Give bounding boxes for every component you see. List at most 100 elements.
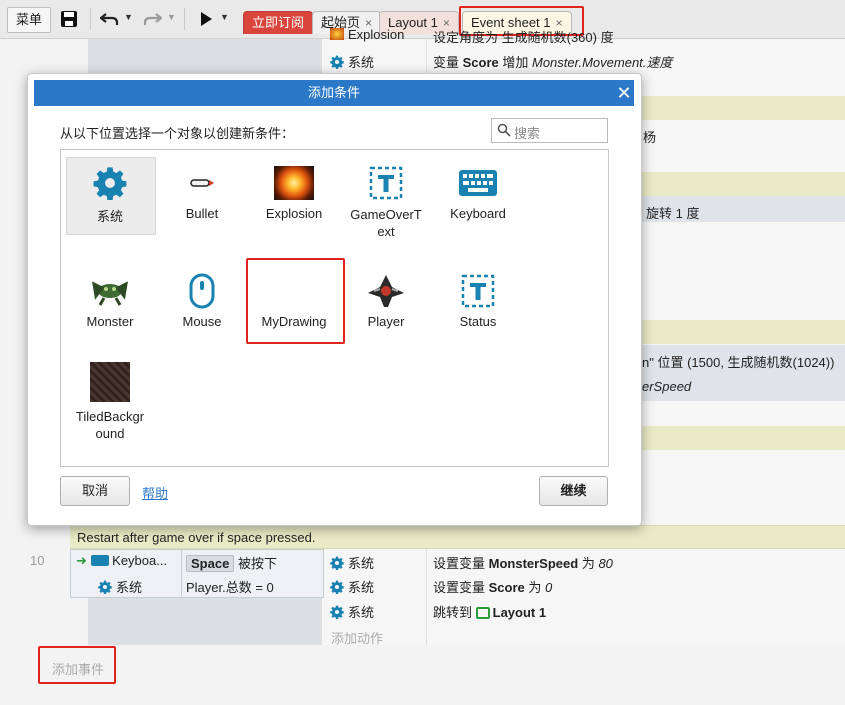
- condition-object: Keyboa...: [112, 553, 168, 568]
- object-label: Bullet: [185, 206, 219, 221]
- action-text-fragment: erSpeed: [642, 379, 692, 394]
- gear-icon: [98, 580, 112, 594]
- object-explosion[interactable]: Explosion: [250, 166, 338, 221]
- object-label: Mouse: [182, 314, 222, 329]
- action-object: 系统: [348, 580, 375, 595]
- action-expression: Monster.Movement.速度: [532, 55, 673, 70]
- mouse-icon: [182, 273, 222, 309]
- object-label: 系统: [96, 209, 123, 224]
- column-divider: [181, 549, 182, 596]
- condition-row[interactable]: 系统: [98, 577, 142, 596]
- trigger-arrow-icon: ➜: [76, 553, 87, 568]
- play-icon[interactable]: [198, 11, 214, 27]
- layout-icon: [475, 607, 490, 619]
- object-player[interactable]: Player: [342, 274, 430, 329]
- save-icon[interactable]: [60, 10, 78, 28]
- chevron-down-icon[interactable]: ▼: [167, 12, 176, 22]
- object-label: Monster: [86, 314, 134, 329]
- action-object: 系统: [348, 55, 375, 70]
- action-variable: Layout 1: [492, 605, 547, 620]
- object-label: Keyboard: [450, 206, 506, 221]
- condition-text: Space 被按下: [186, 553, 277, 572]
- cancel-button[interactable]: 取消: [60, 476, 130, 506]
- action-row[interactable]: 系统: [330, 52, 374, 71]
- action-text-part: 跳转到: [433, 605, 476, 620]
- object-label: TiledBackgr ound: [75, 409, 145, 441]
- continue-button[interactable]: 继续: [539, 476, 608, 506]
- dialog-title: 添加条件: [307, 85, 360, 100]
- tab-label: 立即订阅: [252, 15, 305, 30]
- condition-text-part: 被按下: [237, 556, 277, 571]
- action-text: 设置变量 Score 为 0: [433, 577, 552, 596]
- explosion-icon: [330, 28, 344, 40]
- action-text-fragment: 杨: [643, 130, 657, 145]
- object-label: Explosion: [265, 206, 323, 221]
- object-monster[interactable]: Monster: [66, 274, 154, 329]
- redo-icon[interactable]: [142, 11, 163, 27]
- action-text-part: 设置变量: [433, 556, 489, 571]
- chevron-down-icon[interactable]: ▼: [124, 12, 133, 22]
- action-row[interactable]: 系统: [330, 553, 374, 572]
- action-text: 变量 Score 增加 Monster.Movement.速度: [433, 52, 672, 71]
- action-variable: Score: [462, 55, 499, 70]
- add-action-link[interactable]: 添加动作: [331, 628, 383, 647]
- tiled-background-icon: [90, 362, 130, 402]
- gear-icon: [330, 605, 344, 619]
- condition-text: Player.总数 = 0: [186, 580, 274, 595]
- object-system[interactable]: 系统: [66, 166, 154, 225]
- action-object: 系统: [348, 556, 375, 571]
- action-row[interactable]: 系统: [330, 602, 374, 621]
- object-keyboard[interactable]: Keyboard: [434, 166, 522, 221]
- action-text-part: 增加: [498, 55, 532, 70]
- event-comment[interactable]: Restart after game over if space pressed…: [70, 525, 845, 549]
- keyboard-icon: [90, 555, 109, 566]
- search-placeholder: 搜索: [514, 126, 541, 141]
- action-variable: MonsterSpeed: [488, 556, 579, 571]
- action-text: 设定角度为 生成随机数(360) 度: [433, 30, 614, 45]
- close-icon[interactable]: ✕: [614, 80, 634, 106]
- action-variable: Score: [488, 580, 525, 595]
- comment-text: Restart after game over if space pressed…: [77, 530, 316, 545]
- dialog-title-bar: 添加条件: [34, 80, 634, 106]
- object-status[interactable]: Status: [434, 274, 522, 329]
- search-input[interactable]: 搜索: [491, 118, 608, 143]
- action-text-part: 变量: [433, 55, 463, 70]
- menu-button[interactable]: 菜单: [7, 7, 51, 33]
- action-row[interactable]: 系统: [330, 577, 374, 596]
- toolbar-separator: [90, 8, 91, 30]
- search-icon: [497, 123, 511, 137]
- tab-subscribe[interactable]: 立即订阅: [243, 11, 314, 34]
- dialog-instruction: 从以下位置选择一个对象以创建新条件：: [60, 126, 295, 141]
- help-link[interactable]: 帮助: [142, 483, 168, 502]
- object-mouse[interactable]: Mouse: [158, 273, 246, 329]
- object-gameovertext[interactable]: GameOverT ext: [342, 166, 430, 240]
- object-label: GameOverT ext: [350, 207, 422, 239]
- condition-object: 系统: [116, 580, 143, 595]
- action-text-part: 为: [578, 556, 599, 571]
- action-text: 跳转到 Layout 1: [433, 602, 546, 621]
- object-bullet[interactable]: Bullet: [158, 166, 246, 221]
- object-tiledbackground[interactable]: TiledBackgr ound: [66, 362, 154, 442]
- gear-icon: [330, 580, 344, 594]
- action-expression: 80: [598, 556, 613, 571]
- object-label: Player: [367, 314, 405, 329]
- key-badge: Space: [186, 555, 235, 572]
- gear-icon: [330, 55, 344, 69]
- chevron-down-icon[interactable]: ▼: [220, 12, 229, 22]
- toolbar: 菜单 ▼ ▼ ▼ 立即订阅 起始页 × Layout 1 × Event sheet…: [0, 0, 845, 39]
- action-object: 系统: [348, 605, 375, 620]
- action-object: Explosion: [348, 27, 405, 42]
- condition-row[interactable]: ➜ Keyboa...: [76, 553, 167, 569]
- object-label: Status: [459, 314, 497, 329]
- action-text-fragment: n" 位置 (1500, 生成随机数(1024)): [642, 355, 835, 370]
- bullet-icon: [182, 166, 222, 200]
- undo-icon[interactable]: [99, 11, 120, 27]
- action-text-part: 设置变量: [433, 580, 489, 595]
- action-text: 设置变量 MonsterSpeed 为 80: [433, 553, 613, 572]
- gear-icon: [90, 166, 130, 200]
- action-row[interactable]: Explosion: [330, 27, 404, 42]
- action-text-part: 为: [524, 580, 545, 595]
- highlight-box: [246, 258, 345, 344]
- monster-icon: [90, 274, 130, 308]
- highlight-box: [38, 646, 116, 684]
